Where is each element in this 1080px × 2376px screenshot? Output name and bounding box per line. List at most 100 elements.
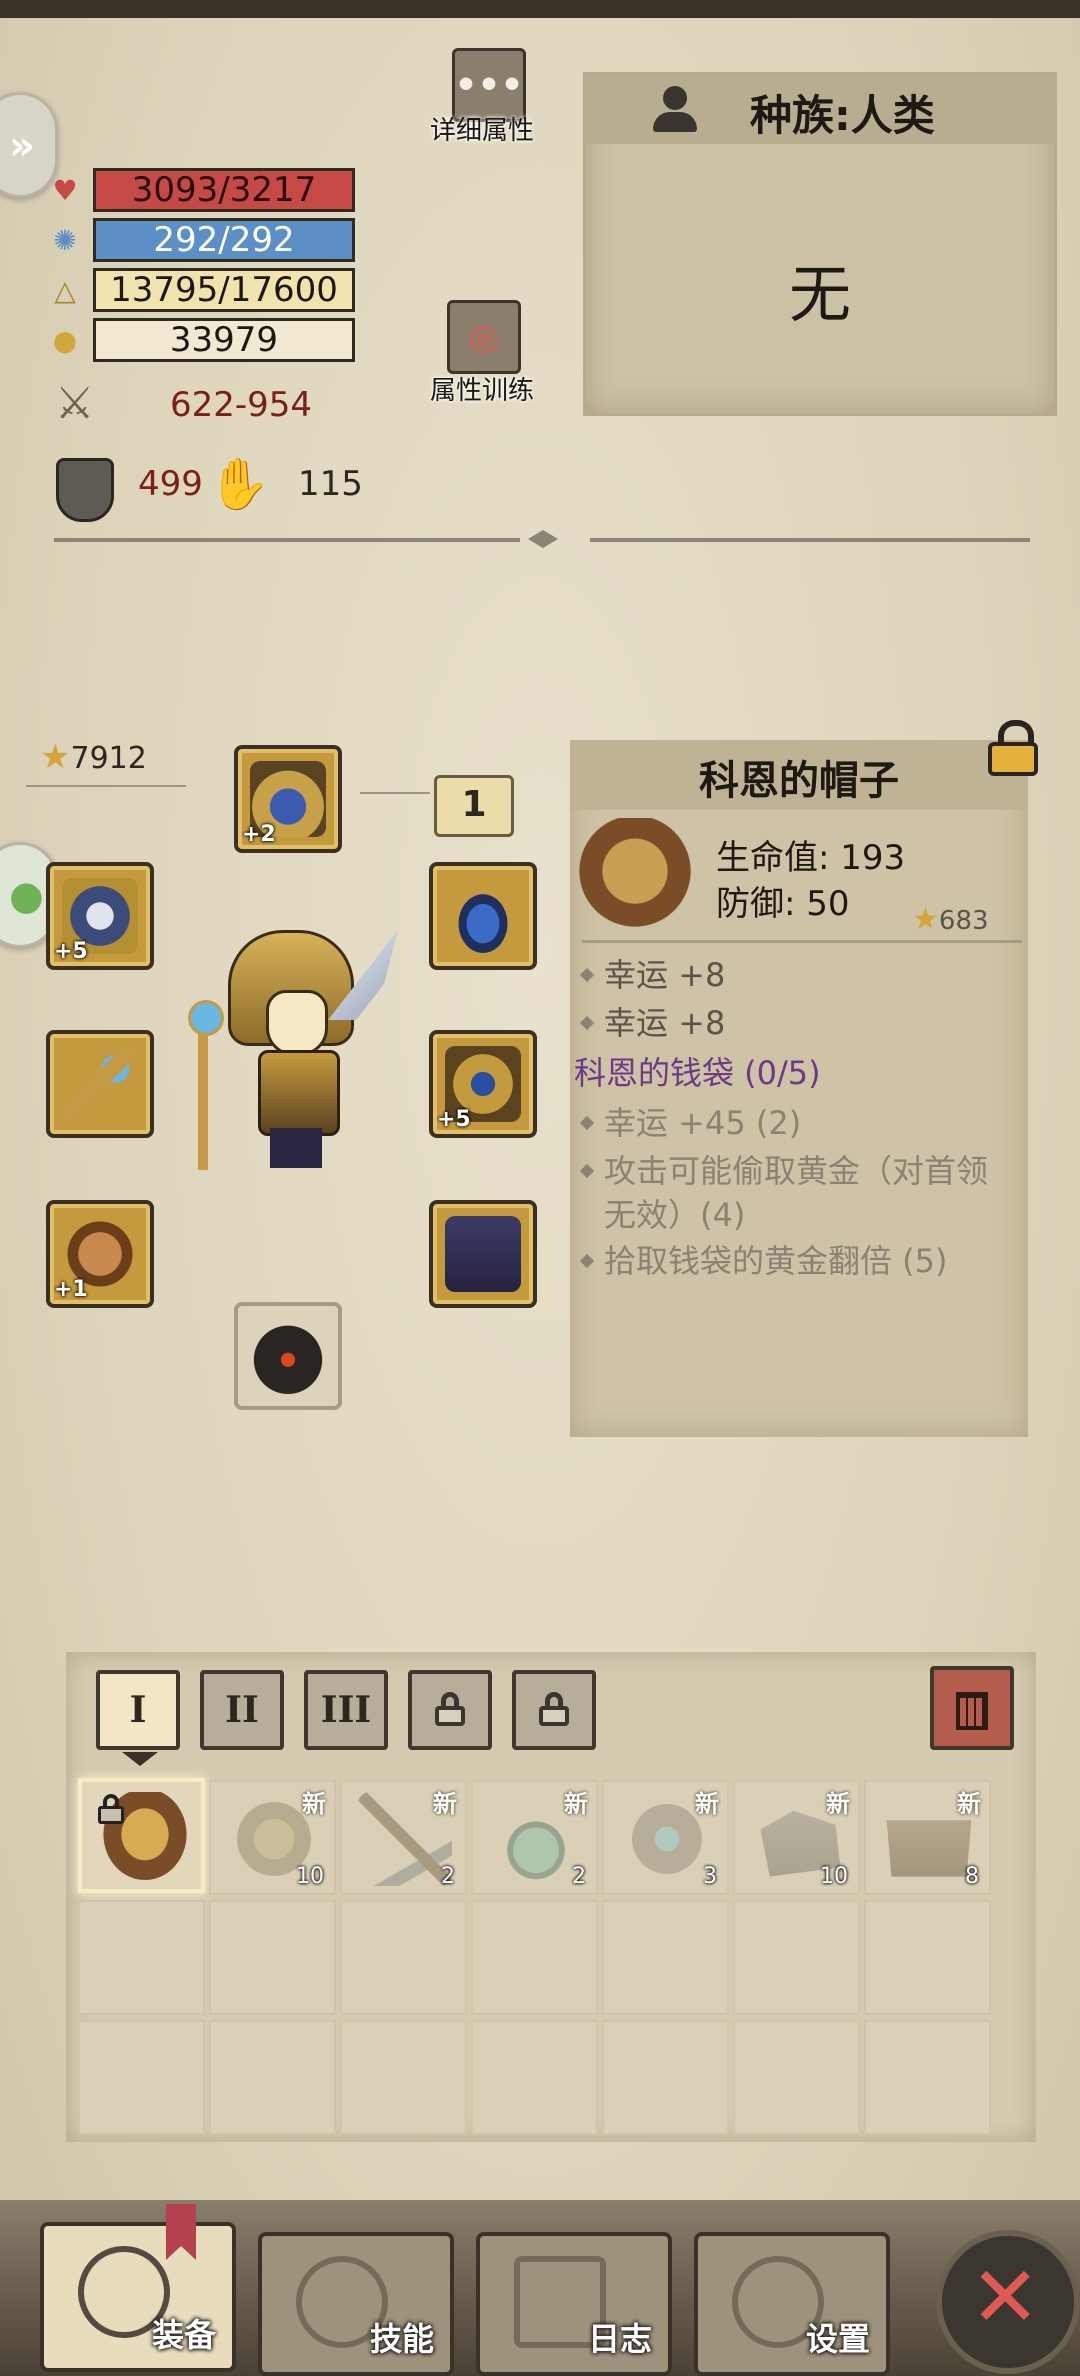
inventory-slot[interactable]: 新 10 — [209, 1780, 336, 1895]
defense-stat: 防御: 50 — [716, 884, 850, 924]
inventory-slot-empty[interactable] — [340, 1900, 467, 2015]
details-label: 详细属性 — [430, 116, 535, 146]
inventory-slot-empty[interactable] — [864, 2020, 991, 2135]
mana-icon: ✺ — [53, 224, 77, 257]
crossed-swords-icon: ⚔ — [55, 378, 95, 429]
item-score-value: 683 — [938, 906, 989, 936]
divider-right — [590, 538, 1030, 542]
enhance-level: +2 — [242, 822, 276, 847]
tab-page-locked[interactable] — [408, 1670, 492, 1750]
connector-line — [360, 792, 430, 794]
inventory-slot-empty[interactable] — [602, 2020, 729, 2135]
boots-slot[interactable] — [234, 1302, 342, 1410]
nav-log-button[interactable]: 日志 — [476, 2232, 672, 2376]
new-badge: 新 — [564, 1790, 588, 1818]
ring-slot[interactable]: 1 — [434, 775, 514, 837]
item-title: 科恩的帽子 — [699, 758, 899, 804]
item-score: ★683 — [912, 902, 989, 937]
inventory-slot-empty[interactable] — [602, 1900, 729, 2015]
xp-bar: 13795/17600 — [93, 268, 355, 312]
nav-label: 技能 — [369, 2320, 434, 2358]
item-count: 8 — [965, 1864, 979, 1889]
amulet-icon — [445, 878, 521, 954]
xp-icon: △ — [54, 274, 76, 307]
pants-icon — [445, 1216, 521, 1292]
close-button[interactable]: ✕ — [936, 2230, 1080, 2374]
hero-character — [188, 930, 398, 1180]
inventory-slot[interactable]: 新2 — [471, 1780, 598, 1895]
chevron-right-icon: » — [9, 123, 35, 169]
enhance-level: +5 — [54, 939, 88, 964]
tab-page-1[interactable]: I — [96, 1670, 180, 1750]
inventory-slot[interactable] — [78, 1778, 205, 1893]
inventory-slot-empty[interactable] — [78, 1900, 205, 2015]
inventory-slot-empty[interactable] — [733, 2020, 860, 2135]
inventory-slot-empty[interactable] — [209, 1900, 336, 2015]
connector-line — [26, 785, 186, 787]
detail-divider — [582, 940, 1022, 943]
hat-icon — [570, 818, 700, 936]
tab-page-2[interactable]: II — [200, 1670, 284, 1750]
lock-icon — [98, 1794, 124, 1824]
new-badge: 新 — [302, 1790, 326, 1818]
new-badge: 新 — [826, 1790, 850, 1818]
race-panel: 种族:人类 无 — [583, 72, 1057, 416]
target-icon: ◎ — [468, 316, 500, 358]
inventory-slot[interactable]: 新 10 — [733, 1780, 860, 1895]
helm-slot[interactable]: +2 — [234, 745, 342, 853]
chat-icon: ● — [9, 873, 44, 919]
item-count: 3 — [703, 1864, 717, 1889]
nav-settings-button[interactable]: 设置 — [694, 2232, 890, 2376]
inventory-slot-empty[interactable] — [471, 2020, 598, 2135]
weapon-slot[interactable] — [46, 1030, 154, 1138]
shoulder-slot[interactable]: +5 — [46, 862, 154, 970]
amulet-slot[interactable] — [429, 862, 537, 970]
inventory-slot[interactable]: 新2 — [340, 1780, 467, 1895]
inventory-slot[interactable]: 新8 — [864, 1780, 991, 1895]
new-badge: 新 — [433, 1790, 457, 1818]
inventory-slot-empty[interactable] — [340, 2020, 467, 2135]
glove-slot[interactable]: +1 — [46, 1200, 154, 1308]
affix-line: 幸运 +8 — [579, 950, 725, 996]
enhance-level: +1 — [54, 1277, 88, 1302]
luck-value: 115 — [298, 464, 363, 504]
top-edge — [0, 0, 1080, 18]
tab-page-3[interactable]: III — [304, 1670, 388, 1750]
luck-icon: ✋ — [208, 455, 271, 513]
close-icon: ✕ — [970, 2248, 1041, 2346]
nav-label: 装备 — [151, 2316, 216, 2354]
set-name: 科恩的钱袋 (0/5) — [574, 1054, 821, 1092]
inventory-slot-empty[interactable] — [78, 2020, 205, 2135]
nav-skills-button[interactable]: 技能 — [258, 2232, 454, 2376]
armor-slot[interactable]: +5 — [429, 1030, 537, 1138]
shield-icon — [56, 458, 114, 522]
divider-left — [54, 538, 520, 542]
lock-icon[interactable] — [988, 720, 1038, 776]
hp-stat: 生命值: 193 — [716, 838, 906, 878]
set-bonus-line-cont: 无效）(4) — [604, 1196, 746, 1234]
person-icon — [653, 86, 697, 134]
attack-value: 622-954 — [170, 385, 313, 425]
lock-icon — [433, 1692, 467, 1726]
tab-page-locked[interactable] — [512, 1670, 596, 1750]
new-badge: 新 — [957, 1790, 981, 1818]
dots-icon: ••• — [454, 64, 524, 106]
pants-slot[interactable] — [429, 1200, 537, 1308]
active-tab-indicator — [122, 1752, 158, 1766]
set-bonus-line: 拾取钱袋的黄金翻倍 (5) — [579, 1236, 948, 1282]
inventory-slot-empty[interactable] — [733, 1900, 860, 2015]
boots-icon — [250, 1318, 326, 1394]
heart-icon: ♥ — [52, 174, 78, 207]
inventory-slot-empty[interactable] — [864, 1900, 991, 2015]
inventory-slot[interactable]: 新3 — [602, 1780, 729, 1895]
power-score: ★7912 — [40, 737, 147, 777]
inventory-slot-empty[interactable] — [209, 2020, 336, 2135]
inventory-slot-empty[interactable] — [471, 1900, 598, 2015]
trash-button[interactable] — [930, 1666, 1014, 1750]
training-button[interactable]: ◎ — [447, 300, 521, 374]
item-count: 2 — [441, 1864, 455, 1889]
gold-icon: ● — [52, 324, 78, 357]
affix-line: 幸运 +8 — [579, 998, 725, 1044]
mp-bar: 292/292 — [93, 218, 355, 262]
nav-equip-button[interactable]: 装备 — [40, 2222, 236, 2372]
